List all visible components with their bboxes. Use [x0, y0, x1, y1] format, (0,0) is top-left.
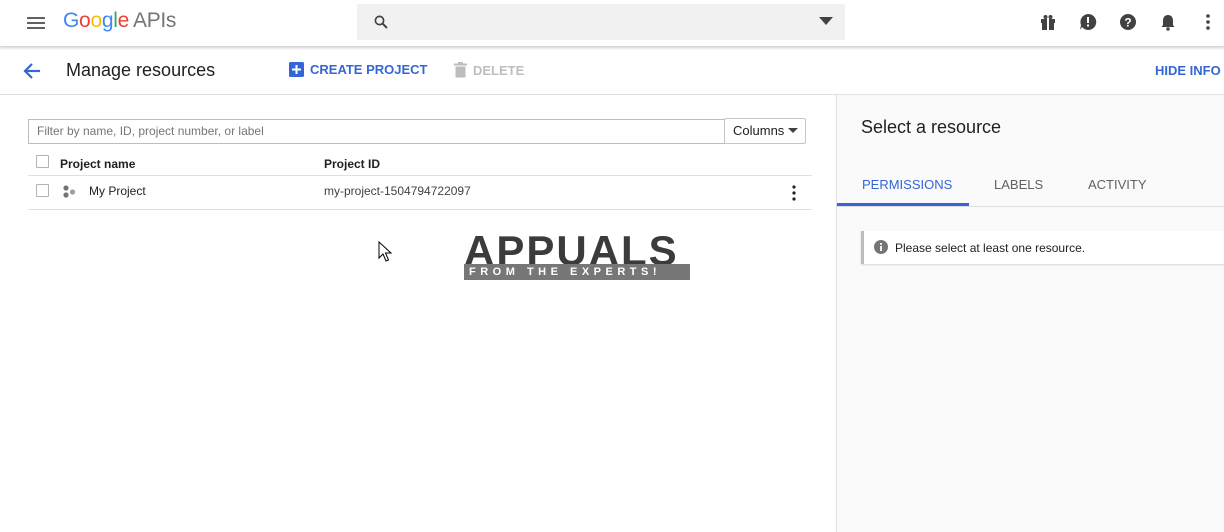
delete-button[interactable]: DELETE	[454, 62, 524, 78]
logo-google: Google	[63, 9, 129, 32]
row-checkbox[interactable]	[36, 184, 49, 197]
create-project-button[interactable]: CREATE PROJECT	[289, 62, 428, 77]
notifications-icon[interactable]	[1158, 12, 1178, 32]
tab-labels[interactable]: LABELS	[994, 177, 1043, 192]
row-more-vert-icon[interactable]	[786, 184, 802, 202]
filter-placeholder: Filter by name, ID, project number, or l…	[37, 124, 264, 138]
google-apis-logo[interactable]: Google APIs	[63, 7, 176, 35]
table-row[interactable]: My Project my-project-1504794722097	[28, 176, 812, 209]
page-title: Manage resources	[66, 60, 216, 80]
info-panel: Select a resource PERMISSIONS LABELS ACT…	[836, 95, 1224, 532]
search-dropdown-icon[interactable]	[819, 17, 833, 25]
appuals-watermark: APPUALS FROM THE EXPERTS!	[464, 207, 690, 281]
more-vert-icon[interactable]	[1198, 12, 1218, 32]
info-message-box: Please select at least one resource.	[861, 231, 1224, 264]
watermark-band: FROM THE EXPERTS!	[464, 264, 690, 280]
help-icon[interactable]: ?	[1118, 12, 1138, 32]
column-header-project-id[interactable]: Project ID	[324, 157, 380, 171]
tab-permissions[interactable]: PERMISSIONS	[862, 177, 952, 192]
page-header: Manage resources CREATE PROJECT DELETE H…	[0, 47, 1224, 95]
project-id-cell: my-project-1504794722097	[324, 184, 471, 198]
filter-input[interactable]: Filter by name, ID, project number, or l…	[28, 119, 725, 144]
search-icon	[372, 13, 390, 31]
mouse-cursor-icon	[378, 241, 392, 263]
add-box-icon	[289, 62, 304, 77]
hide-info-panel-button[interactable]: HIDE INFO P	[1155, 63, 1224, 78]
trash-icon	[454, 62, 467, 78]
gift-icon[interactable]	[1038, 12, 1058, 32]
tab-activity[interactable]: ACTIVITY	[1088, 177, 1147, 192]
dropdown-arrow-icon	[788, 128, 798, 133]
column-header-project-name[interactable]: Project name	[60, 157, 135, 171]
info-message: Please select at least one resource.	[895, 241, 1086, 255]
delete-label: DELETE	[473, 62, 525, 78]
columns-label: Columns	[733, 123, 785, 138]
table-row-divider	[28, 209, 812, 210]
info-icon	[874, 240, 888, 254]
project-name-cell[interactable]: My Project	[89, 184, 146, 198]
watermark-tagline: FROM THE EXPERTS!	[469, 266, 662, 278]
columns-dropdown[interactable]: Columns	[724, 118, 806, 144]
menu-icon[interactable]	[24, 11, 48, 35]
top-app-bar: Google APIs ?	[0, 0, 1224, 47]
project-icon	[61, 184, 77, 200]
logo-apis: APIs	[132, 9, 177, 32]
feedback-icon[interactable]	[1078, 12, 1098, 32]
select-all-checkbox[interactable]	[36, 155, 49, 168]
back-arrow-icon[interactable]	[22, 61, 42, 81]
svg-text:?: ?	[1124, 16, 1131, 30]
search-bar[interactable]	[357, 4, 845, 40]
create-project-label: CREATE PROJECT	[310, 62, 428, 77]
info-panel-title: Select a resource	[861, 117, 1002, 137]
tabs-divider	[837, 206, 1224, 207]
